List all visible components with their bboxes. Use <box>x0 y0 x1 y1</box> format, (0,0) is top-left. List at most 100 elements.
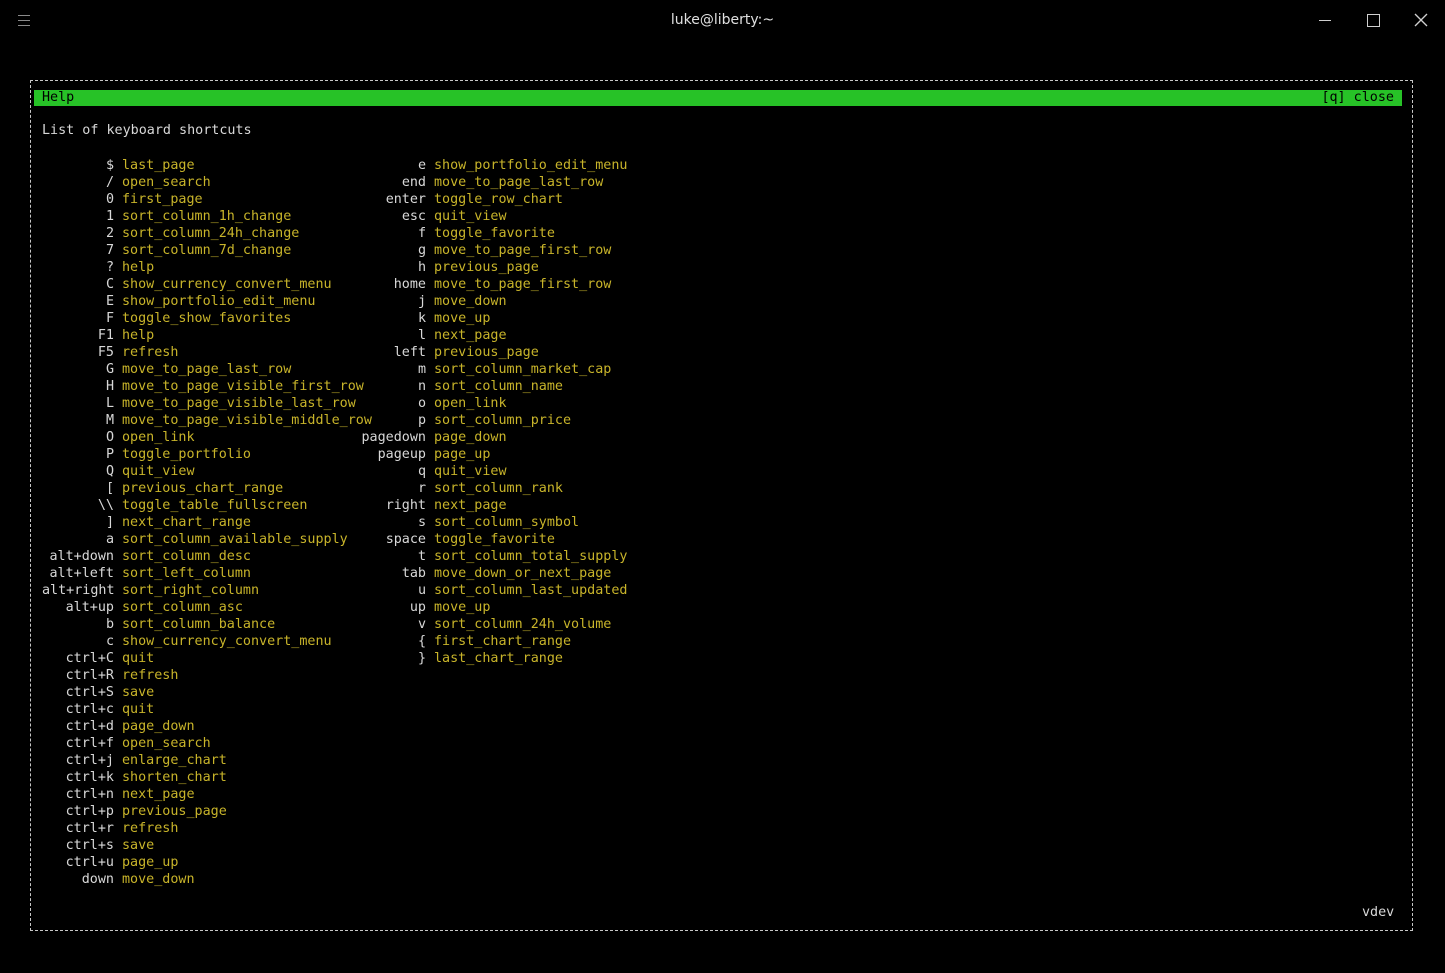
shortcut-action: move_up <box>434 311 491 326</box>
shortcut-row: k move_up <box>346 310 627 327</box>
shortcut-row: q quit_view <box>346 463 627 480</box>
shortcut-row: Gmove_to_page_last_row <box>42 361 372 378</box>
shortcut-action: toggle_row_chart <box>434 192 563 207</box>
shortcut-action: quit <box>122 702 155 717</box>
shortcut-key: h <box>417 260 426 275</box>
shortcut-action: page_up <box>122 855 179 870</box>
shortcut-row: Hmove_to_page_visible_first_row <box>42 378 372 395</box>
shortcut-action: first_chart_range <box>434 634 572 649</box>
shortcut-row: ? help <box>42 259 372 276</box>
shortcut-action: last_chart_range <box>434 651 563 666</box>
minimize-icon <box>1319 20 1331 21</box>
shortcut-key: ctrl+S <box>65 685 114 700</box>
terminal-content[interactable]: Help [q] close List of keyboard shortcut… <box>0 42 1445 973</box>
shortcut-key: e <box>417 158 426 173</box>
shortcut-action: move_to_page_first_row <box>434 277 612 292</box>
shortcut-row: Ptoggle_portfolio <box>42 446 372 463</box>
shortcut-key: ctrl+f <box>65 736 114 751</box>
shortcut-row: ctrl+C quit <box>42 650 372 667</box>
shortcut-key: k <box>417 311 426 326</box>
shortcut-row: tab move_down_or_next_page <box>346 565 627 582</box>
shortcut-action: previous_chart_range <box>122 481 284 496</box>
shortcut-action: toggle_favorite <box>434 226 555 241</box>
shortcut-action: quit_view <box>434 464 507 479</box>
shortcut-row: ctrl+u page_up <box>42 854 372 871</box>
shortcut-row: l next_page <box>346 327 627 344</box>
shortcut-action: show_portfolio_edit_menu <box>434 158 628 173</box>
shortcut-row: ctrl+R refresh <box>42 667 372 684</box>
shortcut-key: down <box>81 872 114 887</box>
shortcut-action: quit_view <box>434 209 507 224</box>
shortcut-action: toggle_show_favorites <box>122 311 292 326</box>
shortcut-action: move_down_or_next_page <box>434 566 612 581</box>
shortcut-key: alt+left <box>49 566 115 581</box>
shortcut-action: sort_column_last_updated <box>434 583 628 598</box>
shortcut-key: { <box>417 634 426 649</box>
maximize-button[interactable] <box>1359 8 1387 34</box>
shortcut-action: open_link <box>434 396 507 411</box>
shortcut-action: sort_column_1h_change <box>122 209 292 224</box>
shortcut-action: sort_column_24h_volume <box>434 617 612 632</box>
shortcut-key: ctrl+d <box>65 719 114 734</box>
shortcut-key: v <box>417 617 426 632</box>
shortcut-action: open_search <box>122 736 211 751</box>
shortcut-row: ctrl+c quit <box>42 701 372 718</box>
shortcut-row: v sort_column_24h_volume <box>346 616 627 633</box>
shortcut-list-left: $ last_page / open_search 0 first_page 1 sort_c… <box>42 157 372 888</box>
shortcut-action: sort_column_asc <box>122 600 243 615</box>
shortcut-key: C <box>105 277 114 292</box>
shortcut-action: move_up <box>434 600 491 615</box>
shortcut-action: move_to_page_visible_middle_row <box>122 413 372 428</box>
shortcut-row: pagedown page_down <box>346 429 627 446</box>
shortcut-key: ctrl+R <box>65 668 114 683</box>
shortcut-row: Lmove_to_page_visible_last_row <box>42 395 372 412</box>
shortcut-row: Mmove_to_page_visible_middle_row <box>42 412 372 429</box>
shortcut-key: ctrl+C <box>65 651 114 666</box>
shortcut-key: q <box>417 464 426 479</box>
shortcut-row: / open_search <box>42 174 372 191</box>
shortcut-action: show_currency_convert_menu <box>122 634 332 649</box>
help-title: Help <box>42 90 75 105</box>
shortcut-key: F <box>105 311 114 326</box>
shortcut-row: alt+down sort_column_desc <box>42 548 372 565</box>
close-window-button[interactable] <box>1407 8 1435 34</box>
shortcut-key: O <box>105 430 114 445</box>
shortcut-row: F5 refresh <box>42 344 372 361</box>
shortcut-action: sort_column_rank <box>434 481 563 496</box>
shortcut-action: save <box>122 685 155 700</box>
shortcut-key: E <box>105 294 114 309</box>
shortcut-key: pagedown <box>361 430 427 445</box>
shortcut-key: left <box>393 345 426 360</box>
shortcut-row: g move_to_page_first_row <box>346 242 627 259</box>
shortcut-key: G <box>105 362 114 377</box>
minimize-button[interactable] <box>1311 8 1339 34</box>
shortcut-action: move_to_page_last_row <box>434 175 604 190</box>
shortcut-key: 7 <box>105 243 114 258</box>
shortcut-row: ctrl+f open_search <box>42 735 372 752</box>
shortcut-key: ] <box>105 515 114 530</box>
shortcut-action: help <box>122 328 155 343</box>
shortcut-action: refresh <box>122 668 179 683</box>
shortcut-row: ctrl+s save <box>42 837 372 854</box>
shortcut-action: move_to_page_visible_first_row <box>122 379 364 394</box>
help-close-hint[interactable]: [q] close <box>1321 89 1394 106</box>
shortcut-key: alt+up <box>65 600 114 615</box>
shortcut-row: p sort_column_price <box>346 412 627 429</box>
shortcut-key: t <box>417 549 426 564</box>
shortcut-action: sort_left_column <box>122 566 251 581</box>
shortcut-key: ctrl+c <box>65 702 114 717</box>
shortcut-row: right next_page <box>346 497 627 514</box>
shortcut-row: end move_to_page_last_row <box>346 174 627 191</box>
shortcut-action: sort_column_7d_change <box>122 243 292 258</box>
shortcut-row: b sort_column_balance <box>42 616 372 633</box>
shortcut-row: pageup page_up <box>346 446 627 463</box>
shortcut-key: end <box>401 175 426 190</box>
shortcut-key: ctrl+s <box>65 838 114 853</box>
shortcut-row: a sort_column_available_supply <box>42 531 372 548</box>
shortcut-key: ? <box>105 260 114 275</box>
shortcut-action: first_page <box>122 192 203 207</box>
shortcut-action: move_to_page_first_row <box>434 243 612 258</box>
shortcut-action: move_to_page_last_row <box>122 362 292 377</box>
shortcut-action: refresh <box>122 821 179 836</box>
shortcut-row: F1 help <box>42 327 372 344</box>
